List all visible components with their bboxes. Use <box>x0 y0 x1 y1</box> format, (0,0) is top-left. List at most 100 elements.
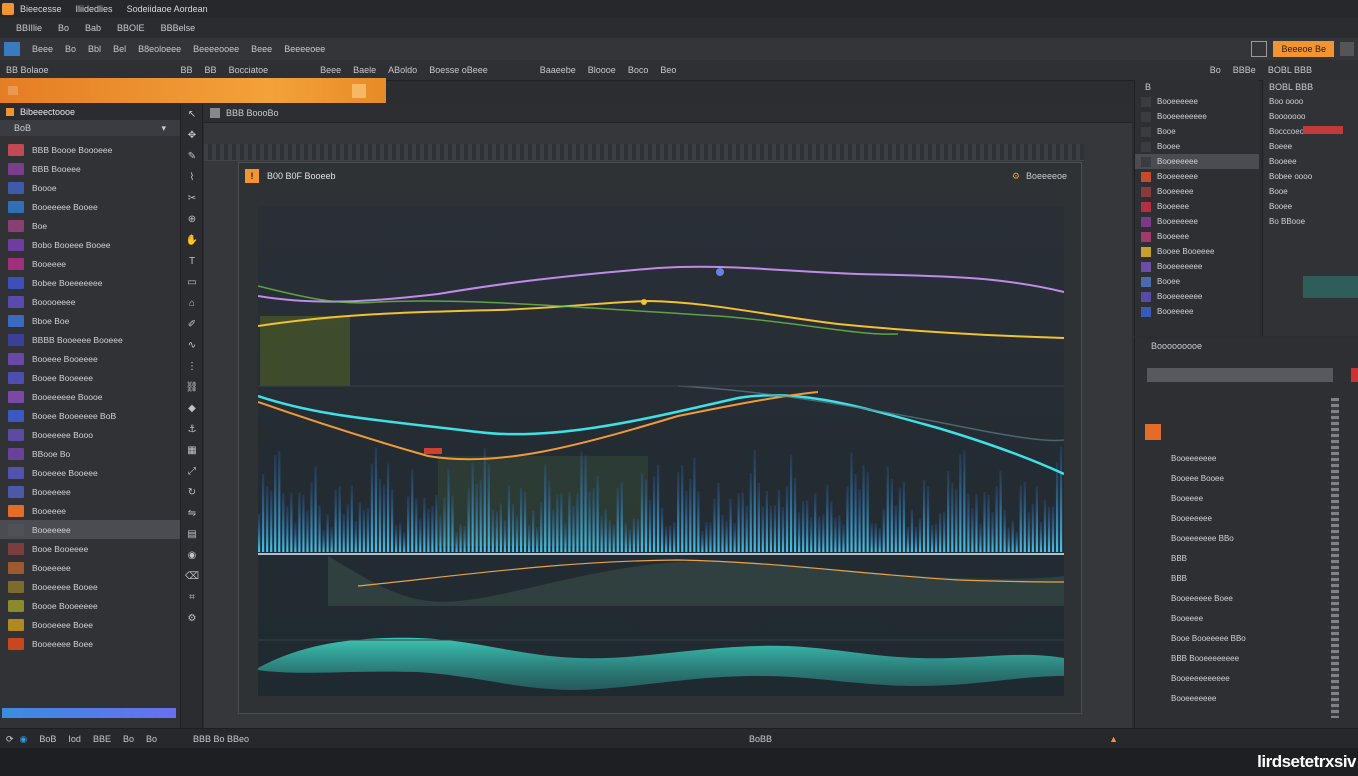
rotate-tool-icon[interactable]: ↻ <box>182 482 202 503</box>
marker-red[interactable] <box>424 448 442 454</box>
property-item[interactable]: Booeeeee <box>1135 184 1259 199</box>
layer-item[interactable]: Booeeeee Booo <box>0 425 180 444</box>
node-tool-icon[interactable]: ◆ <box>182 398 202 419</box>
outline-item[interactable]: Booeeee <box>1165 488 1345 508</box>
t2-item-10[interactable]: Boco <box>622 62 655 78</box>
selection-region[interactable] <box>260 316 350 386</box>
t2-item-2[interactable]: BB <box>199 62 223 78</box>
hand-tool-icon[interactable]: ✋ <box>182 230 202 251</box>
t2-item-4[interactable]: Beee <box>314 62 347 78</box>
property-item[interactable]: Booeeeeeeee <box>1135 109 1259 124</box>
globe-icon[interactable]: ◉ <box>20 734 28 745</box>
layer-item[interactable]: Bobo Booeee Booee <box>0 235 180 254</box>
pen-tool-icon[interactable]: ✎ <box>182 146 202 167</box>
link-tool-icon[interactable]: ⛓ <box>182 377 202 398</box>
property-item[interactable]: Booee <box>1135 139 1259 154</box>
value-item[interactable]: Booee <box>1263 199 1358 214</box>
outline-item[interactable]: Booeeee <box>1165 608 1345 628</box>
layer-item[interactable]: Booeeee <box>0 254 180 273</box>
timeline-ruler[interactable] <box>204 144 1084 161</box>
anchor-tool-icon[interactable]: ⚓ <box>182 419 202 440</box>
waveform-visualization[interactable] <box>258 206 1064 696</box>
cut-tool-icon[interactable]: ✂ <box>182 188 202 209</box>
tab-0[interactable]: BBIIlie <box>8 23 50 33</box>
outline-item[interactable]: Booeeeeee Boee <box>1165 588 1345 608</box>
t2-right-1[interactable]: BBBe <box>1227 62 1262 78</box>
value-item[interactable]: Bobee oooo <box>1263 169 1358 184</box>
export-button[interactable]: Beeeoe Be <box>1273 41 1334 57</box>
toolbar-btn-5[interactable]: Beee <box>26 41 59 57</box>
property-item[interactable]: Booe <box>1135 124 1259 139</box>
toolbar-btn-7[interactable]: Bbl <box>82 41 107 57</box>
pin-icon[interactable] <box>352 83 366 98</box>
t2-item-9[interactable]: Bloooe <box>582 62 622 78</box>
mirror-tool-icon[interactable]: ⇋ <box>182 503 202 524</box>
text-tool-icon[interactable]: T <box>182 251 202 272</box>
crop-tool-icon[interactable]: ⌗ <box>182 587 202 608</box>
layers-scroll-progress[interactable] <box>2 708 176 718</box>
outline-item[interactable]: BBB <box>1165 548 1345 568</box>
property-item[interactable]: Booeeee <box>1135 199 1259 214</box>
zoom-tool-icon[interactable]: ⊕ <box>182 209 202 230</box>
t2-item-8[interactable]: Baaeebe <box>534 62 582 78</box>
toolbar-btn-6[interactable]: Bo <box>59 41 82 57</box>
t2-item-5[interactable]: Baele <box>347 62 382 78</box>
footer-item-4[interactable]: Bo <box>140 731 163 747</box>
footer-item-2[interactable]: BBE <box>87 731 117 747</box>
grid-icon[interactable] <box>1340 42 1354 56</box>
layer-item[interactable]: Boooe <box>0 178 180 197</box>
layer-item[interactable]: Booeee Booeeee <box>0 349 180 368</box>
t2-item-1[interactable]: BB <box>175 62 199 78</box>
t2-right-0[interactable]: Bo <box>1204 62 1227 78</box>
layer-item[interactable]: BBB Boooe Boooeee <box>0 140 180 159</box>
footer-item-3[interactable]: Bo <box>117 731 140 747</box>
value-item[interactable]: Booooooo <box>1263 109 1358 124</box>
marker-purple[interactable] <box>716 268 724 276</box>
footer-item-0[interactable]: BoB <box>33 731 62 747</box>
t2-item-6[interactable]: ABoldo <box>382 62 423 78</box>
layer-item[interactable]: Bboe Boe <box>0 311 180 330</box>
tab-4[interactable]: BBBelse <box>153 23 204 33</box>
outline-item[interactable]: BBB <box>1165 568 1345 588</box>
outline-item[interactable]: Booeeeeeeeeee <box>1165 668 1345 688</box>
outline-scrollbar[interactable] <box>1331 398 1339 718</box>
property-item[interactable]: Booeeeeeee <box>1135 259 1259 274</box>
settings-tool-icon[interactable]: ⚙ <box>182 608 202 629</box>
eyedropper-tool-icon[interactable]: ⌂ <box>182 293 202 314</box>
tab-3[interactable]: BBOIE <box>109 23 153 33</box>
t2-item-3[interactable]: Bocciatoe <box>223 62 275 78</box>
toolbar-btn-12[interactable]: Beeeeoee <box>278 41 331 57</box>
fill-tool-icon[interactable]: ◉ <box>182 545 202 566</box>
toolbar-btn-10[interactable]: Beeeeooee <box>187 41 245 57</box>
layer-item[interactable]: BBB Booeee <box>0 159 180 178</box>
layer-item[interactable]: Booee Booeeeee BoB <box>0 406 180 425</box>
t2-item-11[interactable]: Beo <box>654 62 682 78</box>
layout-icon[interactable] <box>1251 41 1268 57</box>
layer-item[interactable]: BBBB Booeeee Booeee <box>0 330 180 349</box>
property-item[interactable]: Booeeeeee <box>1135 154 1259 169</box>
toolbar-btn-11[interactable]: Beee <box>245 41 278 57</box>
brush-tool-icon[interactable]: ⌇ <box>182 167 202 188</box>
layer-item[interactable]: Booe Booeeee <box>0 539 180 558</box>
active-panel-header[interactable] <box>0 78 386 103</box>
footer-item-1[interactable]: Iod <box>62 731 87 747</box>
layer-item[interactable]: Booeeeee <box>0 520 180 539</box>
value-item[interactable]: Boo oooo <box>1263 94 1358 109</box>
layer-tool-icon[interactable]: ▤ <box>182 524 202 545</box>
t2-right-2[interactable]: BOBL BBB <box>1262 62 1318 78</box>
t2-item-0[interactable]: BB Bolaoe <box>0 62 55 78</box>
property-item[interactable]: Booeeeeee <box>1135 94 1259 109</box>
refresh-icon[interactable]: ⟳ <box>6 734 14 745</box>
tab-2[interactable]: Bab <box>77 23 109 33</box>
canvas-right-label[interactable]: Boeeeeoe <box>1026 171 1067 181</box>
toolbar-btn-8[interactable]: Bel <box>107 41 132 57</box>
outline-item[interactable]: BBB Booeeeeeeee <box>1165 648 1345 668</box>
scale-tool-icon[interactable]: ⤢ <box>182 461 202 482</box>
grid-tool-icon[interactable]: ▦ <box>182 440 202 461</box>
erase-tool-icon[interactable]: ⌫ <box>182 566 202 587</box>
layer-item[interactable]: Boooeeee Boee <box>0 615 180 634</box>
settings-icon[interactable]: ⚙ <box>1012 171 1020 182</box>
property-item[interactable]: Booee Booeeee <box>1135 244 1259 259</box>
property-item[interactable]: Booee <box>1135 274 1259 289</box>
marker-yellow[interactable] <box>641 299 647 305</box>
